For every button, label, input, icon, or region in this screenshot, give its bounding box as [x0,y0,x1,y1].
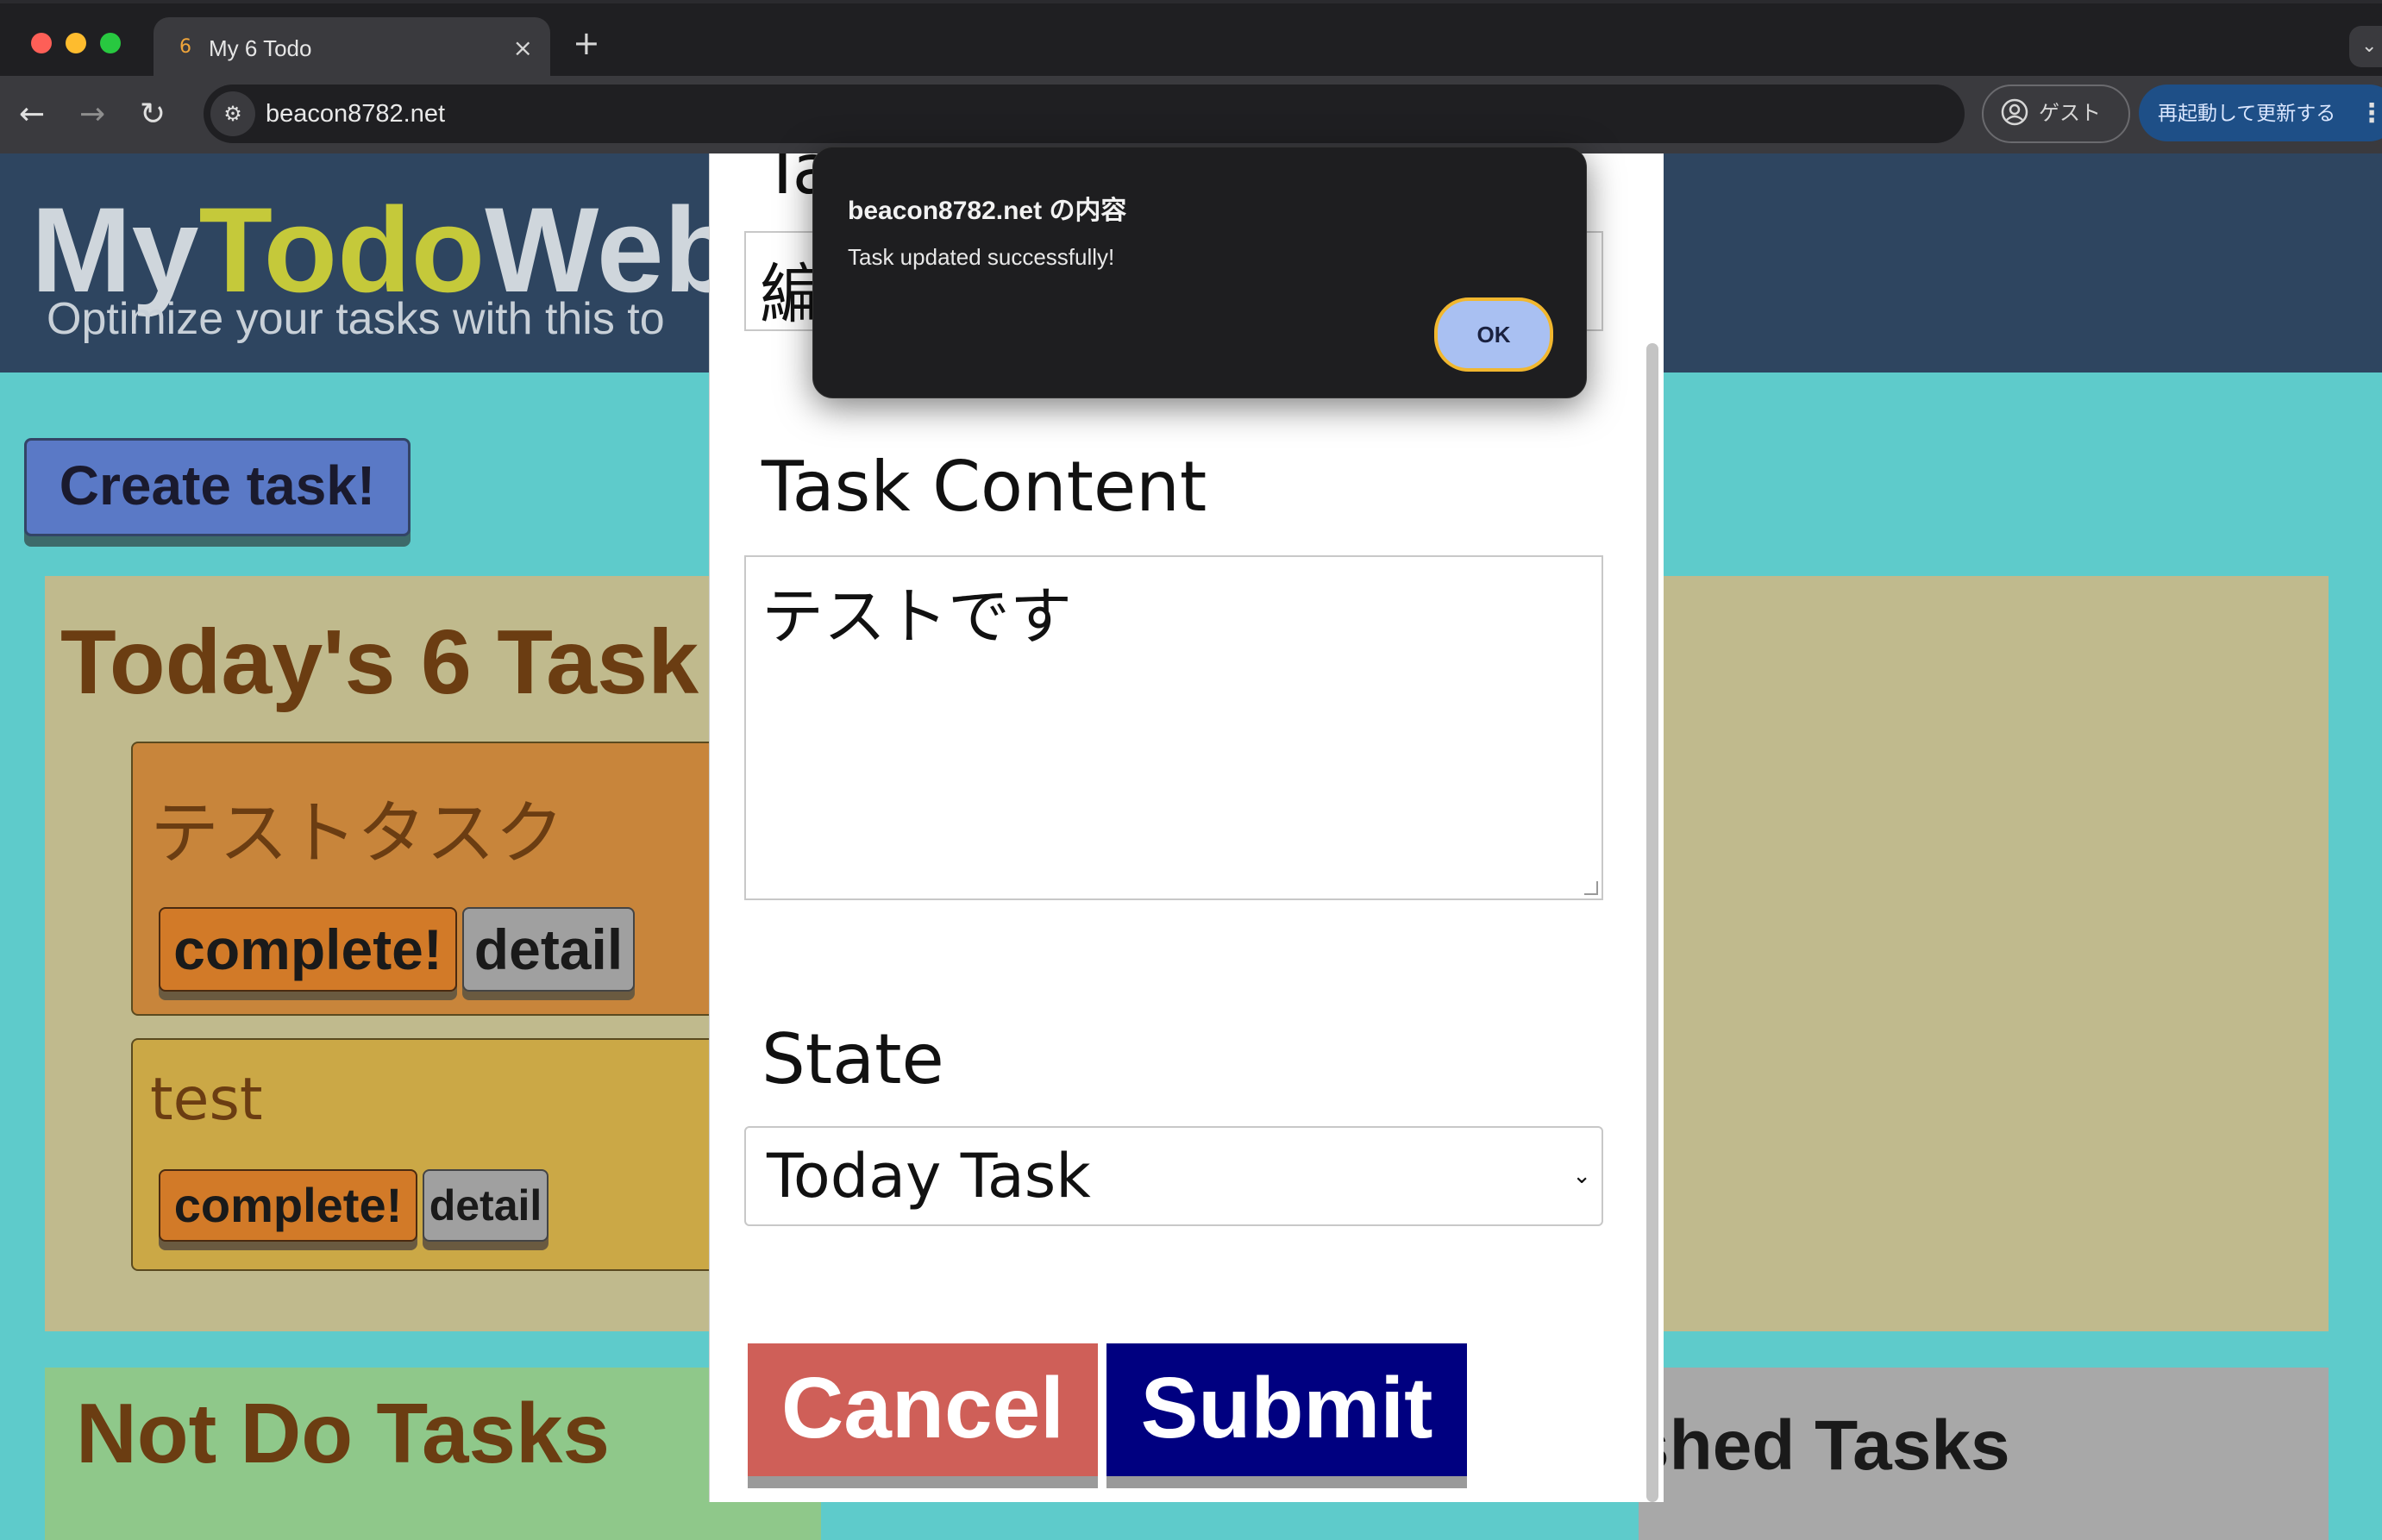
alert-dialog: beacon8782.net の内容 Task updated successf… [812,147,1587,398]
browser-toolbar: ← → ↻ ⚙ beacon8782.net ゲスト 再起動して更新する ⋮ [0,76,2382,153]
not-do-tasks-panel: Not Do Tasks [45,1368,821,1540]
browser-tab-bar: 6 My 6 Todo × + ⌄ [0,0,2382,79]
complete-button[interactable]: complete! [159,907,457,992]
tab-title: My 6 Todo [209,35,312,61]
task-title: test [150,1066,263,1134]
relaunch-update-button[interactable]: 再起動して更新する [2139,85,2382,141]
task-content-textarea[interactable]: テストです [744,555,1603,900]
detail-button[interactable]: detail [423,1169,548,1242]
complete-button[interactable]: complete! [159,1169,417,1242]
guest-label: ゲスト [2039,102,2101,125]
alert-message: Task updated successfully! [848,244,1115,270]
modal-scrollbar[interactable] [1646,343,1658,1502]
maximize-window-button[interactable] [100,33,121,53]
task-content-label: Task Content [762,447,1207,527]
new-tab-button[interactable]: + [573,17,600,69]
url-text[interactable]: beacon8782.net [266,85,445,143]
favicon-icon: 6 [179,36,191,58]
finished-tasks-panel: shed Tasks [1630,1368,2329,1540]
create-task-button[interactable]: Create task! [24,438,411,536]
menu-icon[interactable]: ⋮ [2359,76,2382,152]
today-tasks-title: Today's 6 Task [60,611,699,713]
address-bar[interactable]: ⚙ beacon8782.net [204,85,1965,143]
profile-icon [2001,98,2028,126]
state-label: State [762,1019,944,1099]
alert-title: beacon8782.net の内容 [848,197,1127,225]
close-window-button[interactable] [31,33,52,53]
browser-tab[interactable]: 6 My 6 Todo × [154,17,550,79]
resize-handle-icon[interactable] [1584,881,1598,895]
forward-icon[interactable]: → [79,76,105,153]
task-title: テストタスク [150,793,564,873]
guest-profile-button[interactable]: ゲスト [1982,85,2130,143]
back-icon[interactable]: ← [19,76,45,153]
reload-icon[interactable]: ↻ [140,76,166,153]
cancel-button[interactable]: Cancel [748,1343,1098,1476]
task-content-value: テストです [762,580,1073,653]
state-selected-value: Today Task [767,1141,1091,1211]
detail-button[interactable]: detail [462,907,635,992]
tab-search-chevron-icon[interactable]: ⌄ [2349,26,2382,67]
finished-tasks-title: shed Tasks [1630,1406,2010,1485]
ok-button[interactable]: OK [1434,297,1553,372]
submit-button[interactable]: Submit [1106,1343,1467,1476]
state-select[interactable]: Today Task ⌄ [744,1126,1603,1226]
site-settings-icon[interactable]: ⚙ [210,91,255,136]
site-tagline: Optimize your tasks with this to [47,294,665,344]
minimize-window-button[interactable] [66,33,86,53]
chevron-down-icon: ⌄ [1572,1163,1591,1189]
not-do-tasks-title: Not Do Tasks [76,1386,610,1481]
tab-close-icon[interactable]: × [513,17,533,79]
